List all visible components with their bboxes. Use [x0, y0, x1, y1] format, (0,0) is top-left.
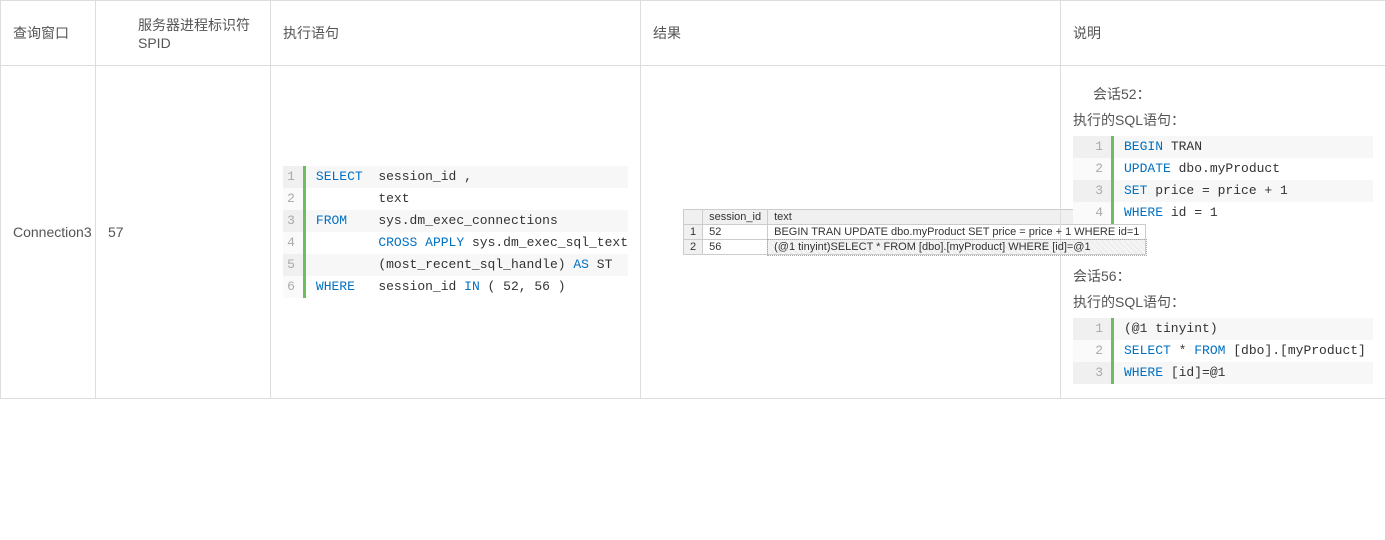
grid-row-number: 2	[684, 240, 703, 255]
code-line-number: 3	[1073, 180, 1113, 202]
code-line: WHERE [id]=@1	[1113, 362, 1374, 384]
grid-cell-session-id: 56	[703, 240, 768, 255]
code-line: SET price = price + 1	[1113, 180, 1374, 202]
code-line-number: 2	[283, 188, 304, 210]
code-line-number: 3	[283, 210, 304, 232]
grid-cell-text: (@1 tinyint)SELECT * FROM [dbo].[myProdu…	[768, 240, 1146, 255]
code-line: WHERE id = 1	[1113, 202, 1374, 224]
data-row: Connection3 57 1SELECT session_id ,2 tex…	[1, 66, 1385, 399]
header-query-window: 查询窗口	[1, 1, 96, 66]
header-exec-sql: 执行语句	[271, 1, 641, 66]
code-line: (@1 tinyint)	[1113, 318, 1374, 340]
grid-row: 152BEGIN TRAN UPDATE dbo.myProduct SET p…	[684, 225, 1146, 240]
grid-cell-session-id: 52	[703, 225, 768, 240]
grid-row-number: 1	[684, 225, 703, 240]
session56-title: 会话56：	[1073, 266, 1373, 286]
code-line: (most_recent_sql_handle) AS ST	[304, 254, 628, 276]
code-line-number: 1	[1073, 136, 1113, 158]
code-line-number: 4	[1073, 202, 1113, 224]
code-line: BEGIN TRAN	[1113, 136, 1374, 158]
cell-result: session_idtext152BEGIN TRAN UPDATE dbo.m…	[641, 66, 1061, 399]
main-table: 查询窗口 服务器进程标识符SPID 执行语句 结果 说明 Connection3…	[0, 0, 1385, 399]
code-line-number: 2	[1073, 158, 1113, 180]
code-line: SELECT * FROM [dbo].[myProduct]	[1113, 340, 1374, 362]
session56-sub: 执行的SQL语句：	[1073, 292, 1373, 312]
code-line: CROSS APPLY sys.dm_exec_sql_text	[304, 232, 628, 254]
code-line: text	[304, 188, 628, 210]
session52-sub: 执行的SQL语句：	[1073, 110, 1373, 130]
header-explain: 说明	[1061, 1, 1385, 66]
session52-title: 会话52：	[1073, 84, 1373, 104]
code-line-number: 1	[1073, 318, 1113, 340]
cell-exec-sql: 1SELECT session_id ,2 text3FROM sys.dm_e…	[271, 66, 641, 399]
exec-sql-code: 1SELECT session_id ,2 text3FROM sys.dm_e…	[283, 166, 628, 298]
header-result: 结果	[641, 1, 1061, 66]
code-line: UPDATE dbo.myProduct	[1113, 158, 1374, 180]
code-line-number: 5	[283, 254, 304, 276]
code-line: SELECT session_id ,	[304, 166, 628, 188]
code-line-number: 6	[283, 276, 304, 298]
session56-code: 1(@1 tinyint)2SELECT * FROM [dbo].[myPro…	[1073, 318, 1373, 384]
cell-spid: 57	[96, 66, 271, 399]
code-line: WHERE session_id IN ( 52, 56 )	[304, 276, 628, 298]
grid-column-header: session_id	[703, 210, 768, 225]
code-line-number: 3	[1073, 362, 1113, 384]
code-line-number: 1	[283, 166, 304, 188]
header-row: 查询窗口 服务器进程标识符SPID 执行语句 结果 说明	[1, 1, 1385, 66]
code-line: FROM sys.dm_exec_connections	[304, 210, 628, 232]
cell-window: Connection3	[1, 66, 96, 399]
grid-corner	[684, 210, 703, 225]
header-spid: 服务器进程标识符SPID	[96, 1, 271, 66]
code-line-number: 4	[283, 232, 304, 254]
session52-code: 1BEGIN TRAN2UPDATE dbo.myProduct3SET pri…	[1073, 136, 1373, 224]
code-line-number: 2	[1073, 340, 1113, 362]
grid-cell-text: BEGIN TRAN UPDATE dbo.myProduct SET pric…	[768, 225, 1146, 240]
grid-row: 256(@1 tinyint)SELECT * FROM [dbo].[myPr…	[684, 240, 1146, 255]
